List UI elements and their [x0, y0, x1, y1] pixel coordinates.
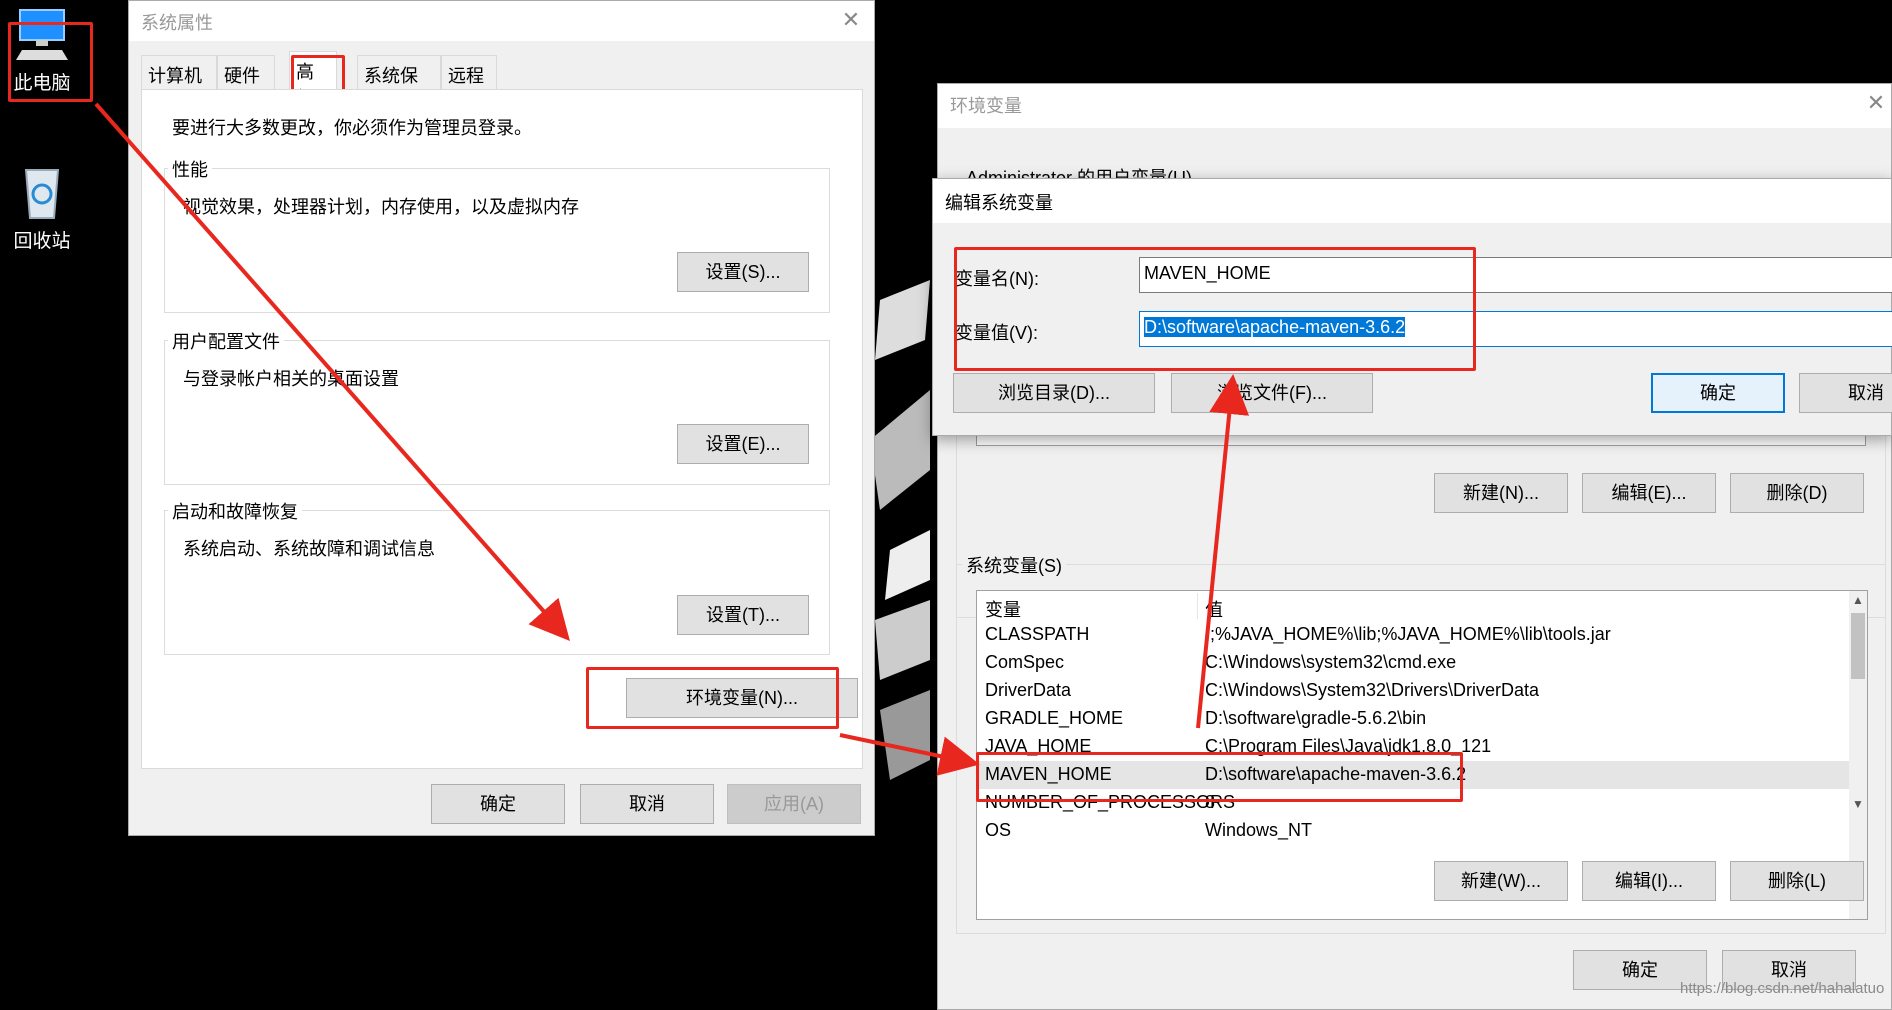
annotation-arrows: [94, 102, 1250, 776]
watermark: https://blog.csdn.net/hahalatuo: [1680, 980, 1885, 997]
arrow-maven-to-edit: [1196, 374, 1250, 729]
arrow-this-pc-to-env: [94, 102, 570, 641]
arrow-env-to-maven: [839, 733, 980, 776]
